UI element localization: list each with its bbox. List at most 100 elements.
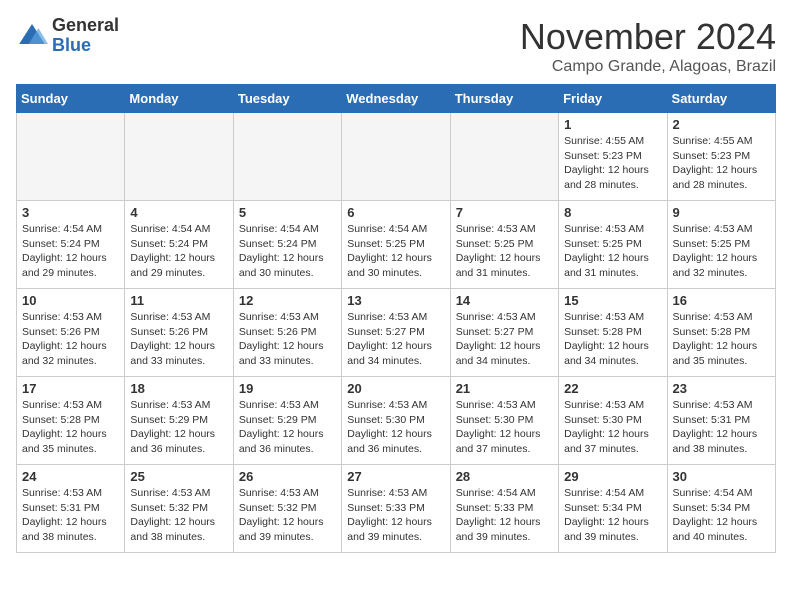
day-info: Sunrise: 4:54 AMSunset: 5:24 PMDaylight:…: [239, 222, 336, 281]
day-info: Sunrise: 4:54 AMSunset: 5:34 PMDaylight:…: [673, 486, 770, 545]
day-number: 14: [456, 293, 553, 308]
day-number: 27: [347, 469, 444, 484]
day-number: 15: [564, 293, 661, 308]
day-number: 19: [239, 381, 336, 396]
day-info: Sunrise: 4:53 AMSunset: 5:25 PMDaylight:…: [456, 222, 553, 281]
day-info: Sunrise: 4:53 AMSunset: 5:27 PMDaylight:…: [456, 310, 553, 369]
day-info: Sunrise: 4:53 AMSunset: 5:28 PMDaylight:…: [564, 310, 661, 369]
day-cell-23: 23 Sunrise: 4:53 AMSunset: 5:31 PMDayligh…: [667, 377, 775, 465]
day-number: 10: [22, 293, 119, 308]
day-cell-13: 13 Sunrise: 4:53 AMSunset: 5:27 PMDayligh…: [342, 289, 450, 377]
day-cell-8: 8 Sunrise: 4:53 AMSunset: 5:25 PMDaylight…: [559, 201, 667, 289]
day-info: Sunrise: 4:53 AMSunset: 5:29 PMDaylight:…: [130, 398, 227, 457]
day-cell-30: 30 Sunrise: 4:54 AMSunset: 5:34 PMDayligh…: [667, 465, 775, 553]
day-cell-25: 25 Sunrise: 4:53 AMSunset: 5:32 PMDayligh…: [125, 465, 233, 553]
day-number: 7: [456, 205, 553, 220]
day-info: Sunrise: 4:53 AMSunset: 5:25 PMDaylight:…: [673, 222, 770, 281]
logo-general-text: General: [52, 16, 119, 36]
logo-blue-text: Blue: [52, 36, 119, 56]
day-info: Sunrise: 4:54 AMSunset: 5:25 PMDaylight:…: [347, 222, 444, 281]
day-number: 20: [347, 381, 444, 396]
day-number: 23: [673, 381, 770, 396]
logo: General Blue: [16, 16, 119, 56]
day-info: Sunrise: 4:53 AMSunset: 5:31 PMDaylight:…: [673, 398, 770, 457]
day-cell-24: 24 Sunrise: 4:53 AMSunset: 5:31 PMDayligh…: [17, 465, 125, 553]
week-row-1: 3 Sunrise: 4:54 AMSunset: 5:24 PMDaylight…: [17, 201, 776, 289]
day-number: 8: [564, 205, 661, 220]
week-row-0: 1 Sunrise: 4:55 AMSunset: 5:23 PMDaylight…: [17, 113, 776, 201]
week-row-4: 24 Sunrise: 4:53 AMSunset: 5:31 PMDayligh…: [17, 465, 776, 553]
day-info: Sunrise: 4:53 AMSunset: 5:29 PMDaylight:…: [239, 398, 336, 457]
day-cell-2: 2 Sunrise: 4:55 AMSunset: 5:23 PMDaylight…: [667, 113, 775, 201]
empty-cell: [233, 113, 341, 201]
day-number: 6: [347, 205, 444, 220]
day-cell-6: 6 Sunrise: 4:54 AMSunset: 5:25 PMDaylight…: [342, 201, 450, 289]
day-info: Sunrise: 4:53 AMSunset: 5:32 PMDaylight:…: [130, 486, 227, 545]
weekday-header-friday: Friday: [559, 85, 667, 113]
weekday-header-wednesday: Wednesday: [342, 85, 450, 113]
day-cell-4: 4 Sunrise: 4:54 AMSunset: 5:24 PMDaylight…: [125, 201, 233, 289]
day-number: 26: [239, 469, 336, 484]
day-number: 13: [347, 293, 444, 308]
day-info: Sunrise: 4:53 AMSunset: 5:30 PMDaylight:…: [347, 398, 444, 457]
day-info: Sunrise: 4:53 AMSunset: 5:25 PMDaylight:…: [564, 222, 661, 281]
day-cell-9: 9 Sunrise: 4:53 AMSunset: 5:25 PMDaylight…: [667, 201, 775, 289]
day-cell-21: 21Sunrise: 4:53 AMSunset: 5:30 PMDayligh…: [450, 377, 558, 465]
empty-cell: [17, 113, 125, 201]
day-cell-29: 29 Sunrise: 4:54 AMSunset: 5:34 PMDayligh…: [559, 465, 667, 553]
day-number: 30: [673, 469, 770, 484]
calendar-body: 1 Sunrise: 4:55 AMSunset: 5:23 PMDaylight…: [17, 113, 776, 553]
empty-cell: [125, 113, 233, 201]
day-cell-1: 1 Sunrise: 4:55 AMSunset: 5:23 PMDaylight…: [559, 113, 667, 201]
calendar-header: SundayMondayTuesdayWednesdayThursdayFrid…: [17, 85, 776, 113]
weekday-header-row: SundayMondayTuesdayWednesdayThursdayFrid…: [17, 85, 776, 113]
day-number: 24: [22, 469, 119, 484]
empty-cell: [342, 113, 450, 201]
day-info: Sunrise: 4:53 AMSunset: 5:26 PMDaylight:…: [130, 310, 227, 369]
day-cell-11: 11 Sunrise: 4:53 AMSunset: 5:26 PMDayligh…: [125, 289, 233, 377]
weekday-header-thursday: Thursday: [450, 85, 558, 113]
day-cell-27: 27 Sunrise: 4:53 AMSunset: 5:33 PMDayligh…: [342, 465, 450, 553]
day-cell-7: 7 Sunrise: 4:53 AMSunset: 5:25 PMDaylight…: [450, 201, 558, 289]
day-number: 1: [564, 117, 661, 132]
day-info: Sunrise: 4:54 AMSunset: 5:34 PMDaylight:…: [564, 486, 661, 545]
day-number: 5: [239, 205, 336, 220]
day-info: Sunrise: 4:55 AMSunset: 5:23 PMDaylight:…: [673, 134, 770, 193]
week-row-3: 17 Sunrise: 4:53 AMSunset: 5:28 PMDayligh…: [17, 377, 776, 465]
day-number: 2: [673, 117, 770, 132]
day-info: Sunrise: 4:53 AMSunset: 5:28 PMDaylight:…: [673, 310, 770, 369]
day-number: 4: [130, 205, 227, 220]
day-info: Sunrise: 4:53 AMSunset: 5:31 PMDaylight:…: [22, 486, 119, 545]
calendar-title: November 2024: [520, 16, 776, 58]
day-info: Sunrise: 4:53 AMSunset: 5:32 PMDaylight:…: [239, 486, 336, 545]
day-number: 29: [564, 469, 661, 484]
week-row-2: 10 Sunrise: 4:53 AMSunset: 5:26 PMDayligh…: [17, 289, 776, 377]
day-info: Sunrise: 4:53 AMSunset: 5:27 PMDaylight:…: [347, 310, 444, 369]
day-info: Sunrise: 4:53 AMSunset: 5:30 PMDaylight:…: [456, 398, 553, 457]
day-number: 12: [239, 293, 336, 308]
day-number: 9: [673, 205, 770, 220]
day-cell-5: 5 Sunrise: 4:54 AMSunset: 5:24 PMDaylight…: [233, 201, 341, 289]
day-cell-19: 19 Sunrise: 4:53 AMSunset: 5:29 PMDayligh…: [233, 377, 341, 465]
day-cell-26: 26 Sunrise: 4:53 AMSunset: 5:32 PMDayligh…: [233, 465, 341, 553]
calendar-subtitle: Campo Grande, Alagoas, Brazil: [520, 58, 776, 76]
day-number: 11: [130, 293, 227, 308]
day-info: Sunrise: 4:53 AMSunset: 5:33 PMDaylight:…: [347, 486, 444, 545]
day-cell-15: 15 Sunrise: 4:53 AMSunset: 5:28 PMDayligh…: [559, 289, 667, 377]
day-info: Sunrise: 4:53 AMSunset: 5:28 PMDaylight:…: [22, 398, 119, 457]
empty-cell: [450, 113, 558, 201]
day-info: Sunrise: 4:53 AMSunset: 5:26 PMDaylight:…: [239, 310, 336, 369]
day-info: Sunrise: 4:55 AMSunset: 5:23 PMDaylight:…: [564, 134, 661, 193]
day-number: 3: [22, 205, 119, 220]
day-cell-28: 28Sunrise: 4:54 AMSunset: 5:33 PMDayligh…: [450, 465, 558, 553]
day-info: Sunrise: 4:54 AMSunset: 5:24 PMDaylight:…: [130, 222, 227, 281]
day-info: Sunrise: 4:54 AMSunset: 5:24 PMDaylight:…: [22, 222, 119, 281]
day-number: 25: [130, 469, 227, 484]
day-cell-12: 12 Sunrise: 4:53 AMSunset: 5:26 PMDayligh…: [233, 289, 341, 377]
logo-icon: [16, 20, 48, 52]
day-info: Sunrise: 4:53 AMSunset: 5:26 PMDaylight:…: [22, 310, 119, 369]
day-cell-20: 20 Sunrise: 4:53 AMSunset: 5:30 PMDayligh…: [342, 377, 450, 465]
day-number: 17: [22, 381, 119, 396]
weekday-header-sunday: Sunday: [17, 85, 125, 113]
day-number: 18: [130, 381, 227, 396]
